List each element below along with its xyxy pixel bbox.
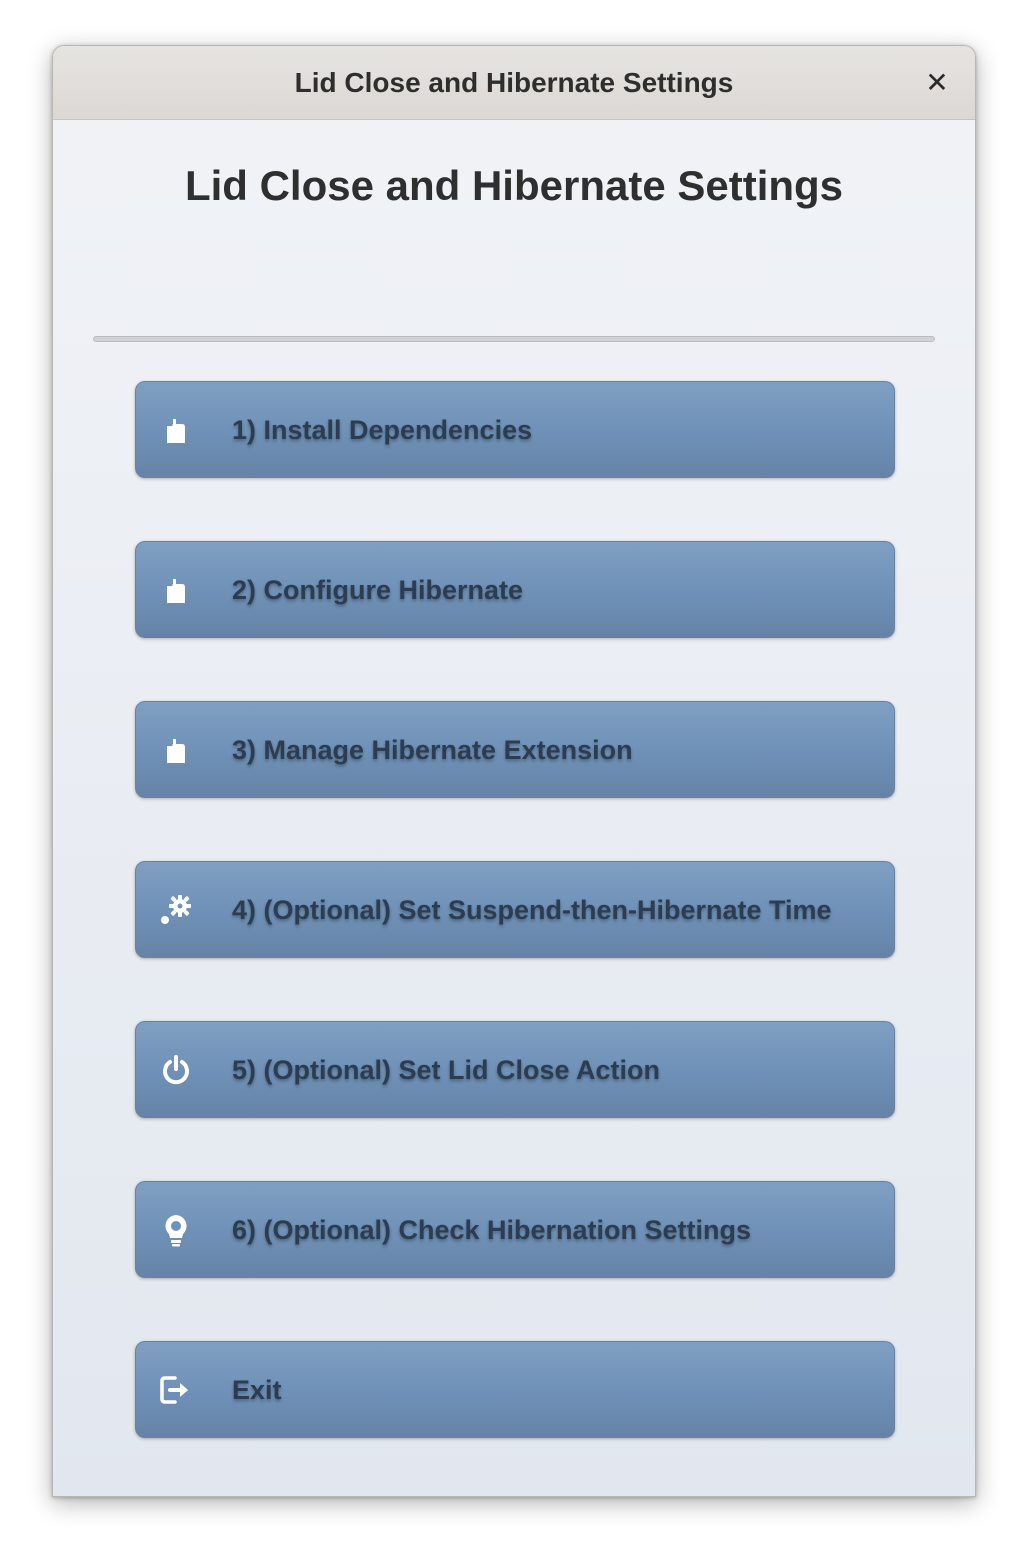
dialog-window: Lid Close and Hibernate Settings ✕ Lid C… <box>52 45 976 1497</box>
document-icon <box>158 732 194 768</box>
configure-hibernate-button[interactable]: 2) Configure Hibernate <box>135 541 895 638</box>
document-icon <box>158 572 194 608</box>
button-label: 5) (Optional) Set Lid Close Action <box>232 1055 661 1085</box>
separator <box>93 336 935 342</box>
dialog-content: Lid Close and Hibernate Settings 1) Inst… <box>53 120 975 1496</box>
document-icon <box>158 412 194 448</box>
install-dependencies-button[interactable]: 1) Install Dependencies <box>135 381 895 478</box>
exit-icon <box>158 1372 194 1408</box>
window-title: Lid Close and Hibernate Settings <box>294 67 734 98</box>
check-hibernation-settings-button[interactable]: 6) (Optional) Check Hibernation Settings <box>135 1181 895 1278</box>
close-button[interactable]: ✕ <box>919 65 955 101</box>
set-suspend-then-hibernate-time-button[interactable]: 4) (Optional) Set Suspend-then-Hibernate… <box>135 861 895 958</box>
button-label: 2) Configure Hibernate <box>232 575 524 605</box>
button-label: 3) Manage Hibernate Extension <box>232 735 633 765</box>
gear-icon <box>158 892 194 928</box>
power-icon <box>158 1052 194 1088</box>
lightbulb-icon <box>158 1212 194 1248</box>
button-label: 1) Install Dependencies <box>232 415 533 445</box>
title-bar[interactable]: Lid Close and Hibernate Settings ✕ <box>53 46 975 120</box>
button-label: 4) (Optional) Set Suspend-then-Hibernate… <box>232 895 832 925</box>
page-title: Lid Close and Hibernate Settings <box>184 162 844 209</box>
button-label: 6) (Optional) Check Hibernation Settings <box>232 1215 752 1245</box>
exit-button[interactable]: Exit <box>135 1341 895 1438</box>
button-label: Exit <box>232 1375 282 1405</box>
set-lid-close-action-button[interactable]: 5) (Optional) Set Lid Close Action <box>135 1021 895 1118</box>
manage-hibernate-extension-button[interactable]: 3) Manage Hibernate Extension <box>135 701 895 798</box>
